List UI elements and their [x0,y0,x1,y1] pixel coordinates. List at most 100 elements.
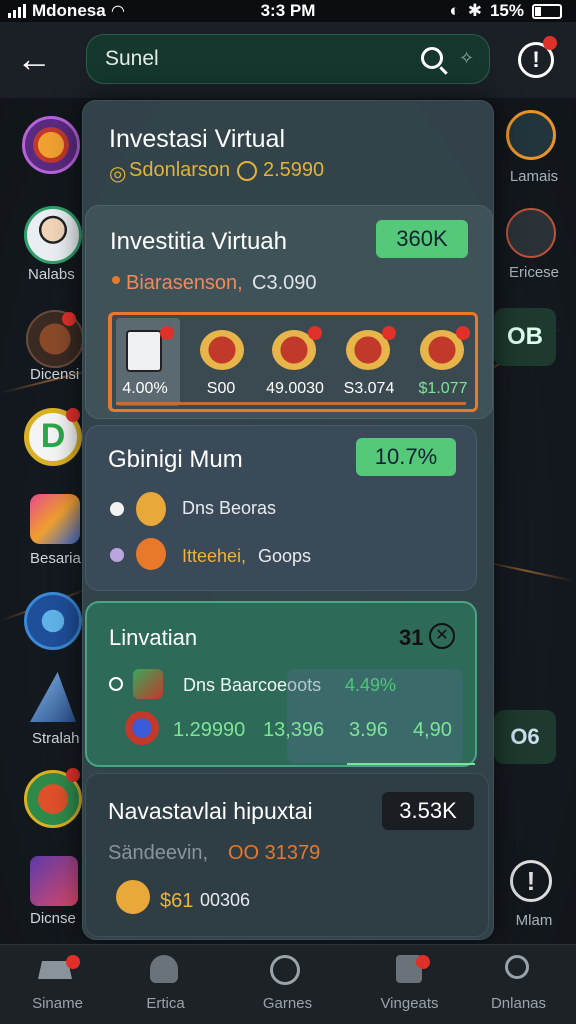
card-sub-value: OO 31379 [228,842,321,864]
battery-percent: 15% [489,1,524,20]
app-screen: Mdonesa ◠ 3:3 PM ◐ ✱ 15% ← Sunel ✧ ! Nal… [0,0,576,1024]
search-icon [505,955,529,979]
nav-item-games[interactable]: Garnes [230,945,345,1024]
nav-label: Dnlanas [490,995,547,1012]
card-sub-value: C3.090 [252,272,317,294]
token-value: $1.077 [418,380,468,397]
value-badge: 10.7% [356,438,456,476]
coin-bag-icon [116,880,150,914]
token-value: 4.00% [122,380,168,397]
token-value: S3.074 [343,380,395,397]
card-sub-label: Sändeevin, [108,842,209,864]
notification-dot [62,312,76,326]
controller-icon [270,955,300,985]
panel-subtitle: Sdonlarson [129,159,231,181]
rail-item-cube-icon[interactable] [30,494,80,544]
radio-button[interactable] [110,502,124,516]
investment-card[interactable]: Investitia Virtuah 360K Biarasenson, C3.… [85,205,493,419]
rail-tile[interactable]: O6 [494,710,556,764]
top-bar: ← Sunel ✧ ! [0,22,576,98]
nav-item-home[interactable]: Siname [0,945,115,1024]
notification-dot [160,326,174,340]
sparkle-icon: ✧ [459,48,475,68]
bottom-nav: Siname Ertica Garnes Vingeats Dnlanas [0,944,576,1024]
panel-subtitle-value: 2.5990 [263,159,325,181]
row-extra: Goops [258,546,312,566]
notification-dot [382,326,396,340]
nav-item-profile[interactable]: Ertica [108,945,223,1024]
notification-dot [66,768,80,782]
search-bar[interactable]: Sunel ✧ [86,34,490,84]
dot-icon [112,276,120,284]
close-circle-icon[interactable]: ✕ [429,623,455,649]
coin-icon [237,161,257,181]
nav-label: Garnes [262,995,313,1012]
rail-label: Lamais [509,168,559,185]
card-value: 1.29990 [173,719,246,741]
coin-bag-icon [136,538,166,570]
search-icon[interactable] [421,47,443,69]
ticket-icon[interactable] [200,330,244,370]
card-sub-label: Biarasenson, [126,272,243,294]
search-input[interactable]: Sunel [105,47,159,71]
battery-icon [532,3,562,19]
rail-item-globe-icon[interactable] [24,592,82,650]
token-progress-line [116,402,466,405]
coin-value-secondary: 00306 [200,890,251,910]
game-icon [133,669,163,699]
nav-item-messages[interactable]: Vingeats [352,945,467,1024]
card-underline [347,763,475,765]
row-label: Itteehei, [182,546,247,566]
token-value: S00 [206,380,236,397]
rail-label: Ericese [508,264,560,281]
card-title: Gbinigi Mum [108,446,243,473]
status-right: ◐ ✱ 15% [449,1,562,21]
investment-panel: Investasi Virtual ◎ Sdonlarson 2.5990 In… [82,100,494,940]
rail-tile[interactable]: OB [494,308,556,366]
nav-label: Ertica [146,995,185,1012]
notification-dot [543,36,557,50]
shield-icon [125,711,159,745]
info-icon[interactable]: ! [510,860,552,902]
card-title: Investitia Virtuah [110,228,287,255]
value-badge: 360K [376,220,468,258]
row-percent: 4.49% [345,675,397,695]
rail-item-gauge-icon[interactable] [506,110,556,160]
notification-dot [308,326,322,340]
card-value: 3.96 [349,719,388,741]
rail-item-film-icon[interactable] [30,856,78,906]
document-icon[interactable] [126,330,162,372]
moon-icon: ◐ [449,1,460,20]
card-value: 4,90 [413,719,452,741]
trophy-icon [136,492,166,526]
user-icon [150,955,178,983]
status-bar: Mdonesa ◠ 3:3 PM ◐ ✱ 15% [0,0,576,22]
rail-label: Mlam [515,912,553,929]
row-label: Dns Beoras [182,498,277,518]
navastavlai-card[interactable]: Navastavlai hipuxtai 3.53K Sändeevin, OO… [85,773,489,937]
panel-subtitle-icon: ◎ [109,163,127,185]
nav-item-search[interactable]: Dnlanas [461,945,576,1024]
bluetooth-icon: ✱ [467,1,482,20]
back-arrow-icon[interactable]: ← [16,40,56,80]
card-badge: 31 [399,625,424,650]
growth-card[interactable]: Gbinigi Mum 10.7% Dns Beoras Itteehei, G… [85,425,477,591]
notification-dot [66,955,80,969]
radio-button[interactable] [110,548,124,562]
notification-dot [66,408,80,422]
card-title: Linvatian [109,625,198,650]
linvatian-card[interactable]: Linvatian 31 ✕ Dns Baarcoeoots 4.49% 1.2… [85,601,477,767]
rail-item-avatar[interactable] [24,206,82,264]
notification-dot [416,955,430,969]
token-value: 49.0030 [266,380,324,397]
rail-item-triangle-icon[interactable] [30,672,76,722]
card-value: 13,396 [263,719,325,741]
radio-button[interactable] [109,677,123,691]
nav-label: Vingeats [380,995,439,1012]
coin-value: $61 [160,890,194,912]
value-badge: 3.53K [382,792,474,830]
rail-item-block-icon[interactable] [506,208,556,258]
card-title: Navastavlai hipuxtai [108,798,313,824]
panel-title: Investasi Virtual [109,125,286,153]
rail-item-badge-icon[interactable] [22,116,80,174]
